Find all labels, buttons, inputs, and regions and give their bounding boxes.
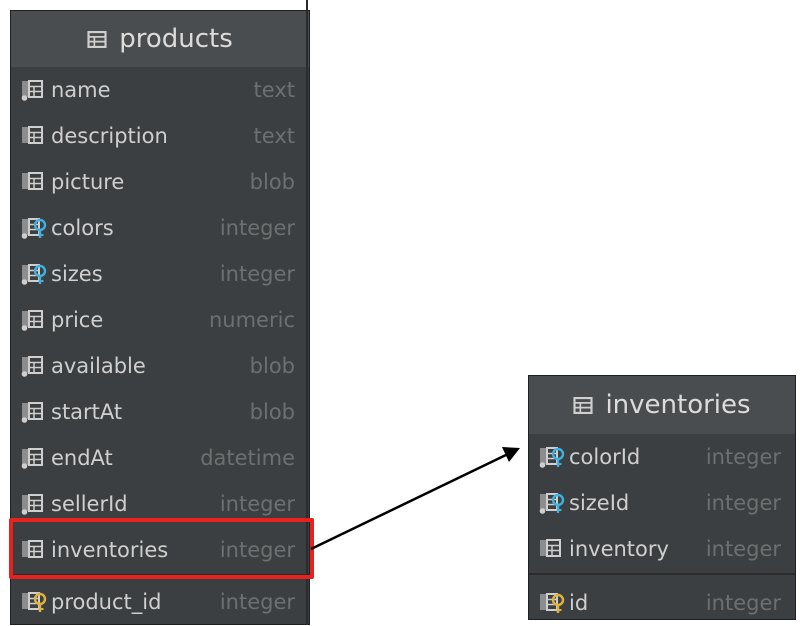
- relationship-arrow: [310, 447, 520, 551]
